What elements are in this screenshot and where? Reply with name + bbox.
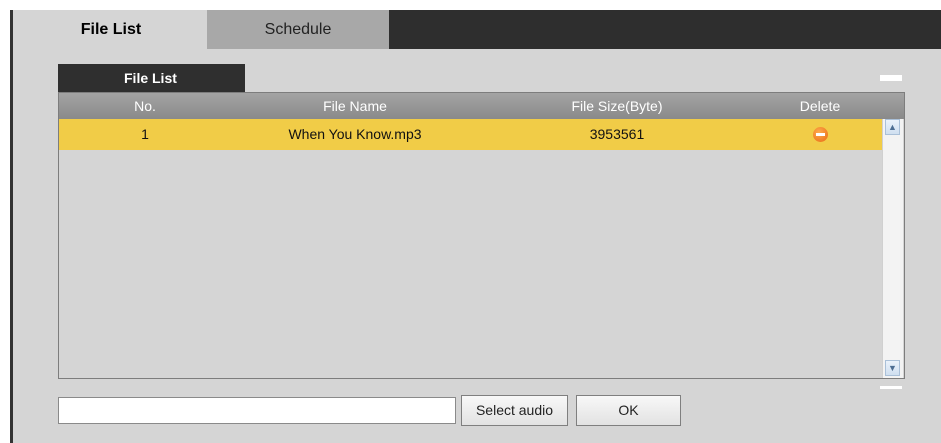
file-table: No. File Name File Size(Byte) Delete 1 W… — [58, 92, 905, 379]
select-audio-button[interactable]: Select audio — [461, 395, 568, 426]
scroll-up-icon[interactable]: ▲ — [885, 119, 900, 135]
tab-schedule[interactable]: Schedule — [207, 10, 389, 49]
tab-schedule-label: Schedule — [264, 21, 332, 38]
tab-bar: File List Schedule — [10, 10, 941, 49]
header-no: No. — [134, 98, 156, 114]
divider — [880, 386, 902, 389]
section-title: File List — [58, 64, 245, 94]
left-border — [10, 10, 13, 443]
row-no: 1 — [141, 126, 149, 142]
ok-button[interactable]: OK — [576, 395, 681, 426]
header-delete: Delete — [799, 98, 841, 114]
header-file-name: File Name — [323, 98, 387, 114]
row-delete — [755, 119, 885, 150]
section-title-label: File List — [124, 70, 177, 86]
delete-icon[interactable] — [812, 126, 828, 142]
audio-path-input[interactable] — [58, 397, 456, 424]
tab-file-list[interactable]: File List — [13, 10, 209, 49]
minimize-bar[interactable] — [880, 75, 902, 81]
vertical-scrollbar[interactable]: ▲ ▼ — [882, 119, 903, 378]
header-file-size: File Size(Byte) — [571, 98, 663, 114]
table-row[interactable]: 1 When You Know.mp3 3953561 — [59, 119, 882, 150]
table-header: No. File Name File Size(Byte) Delete — [59, 93, 904, 119]
scroll-down-icon[interactable]: ▼ — [885, 360, 900, 376]
row-file-size: 3953561 — [589, 126, 645, 142]
row-file-name: When You Know.mp3 — [288, 126, 422, 142]
